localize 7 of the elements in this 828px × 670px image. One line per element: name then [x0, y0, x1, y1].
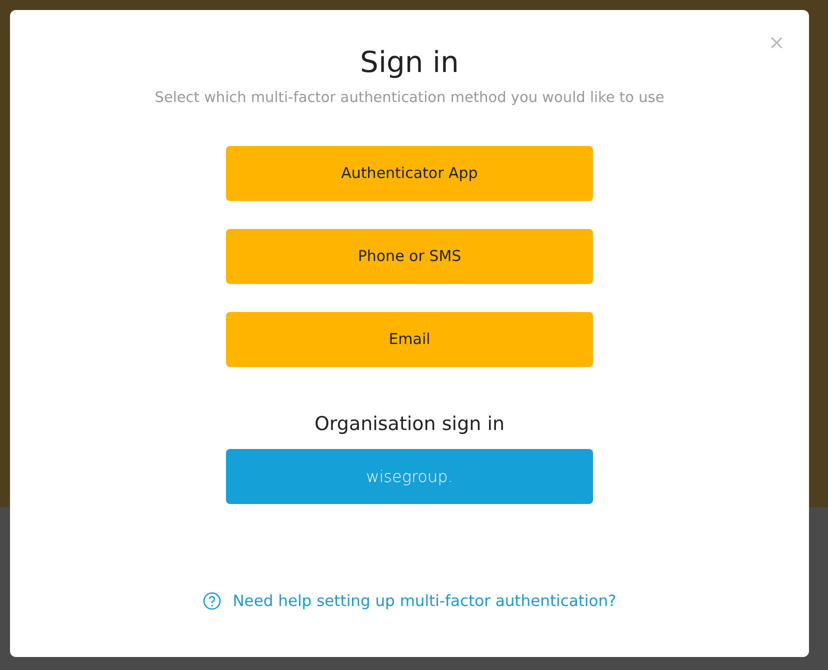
method-button[interactable]: Email — [226, 312, 593, 367]
help-icon — [202, 592, 221, 610]
dialog-subtitle: Select which multi-factor authentication method you would like to use — [154, 90, 664, 106]
dialog-title: Sign in — [360, 44, 459, 81]
method-button[interactable]: Phone or SMS — [226, 228, 593, 284]
organisation-heading: Organisation sign in — [314, 412, 505, 435]
method-button[interactable]: Authenticator App — [226, 146, 593, 201]
